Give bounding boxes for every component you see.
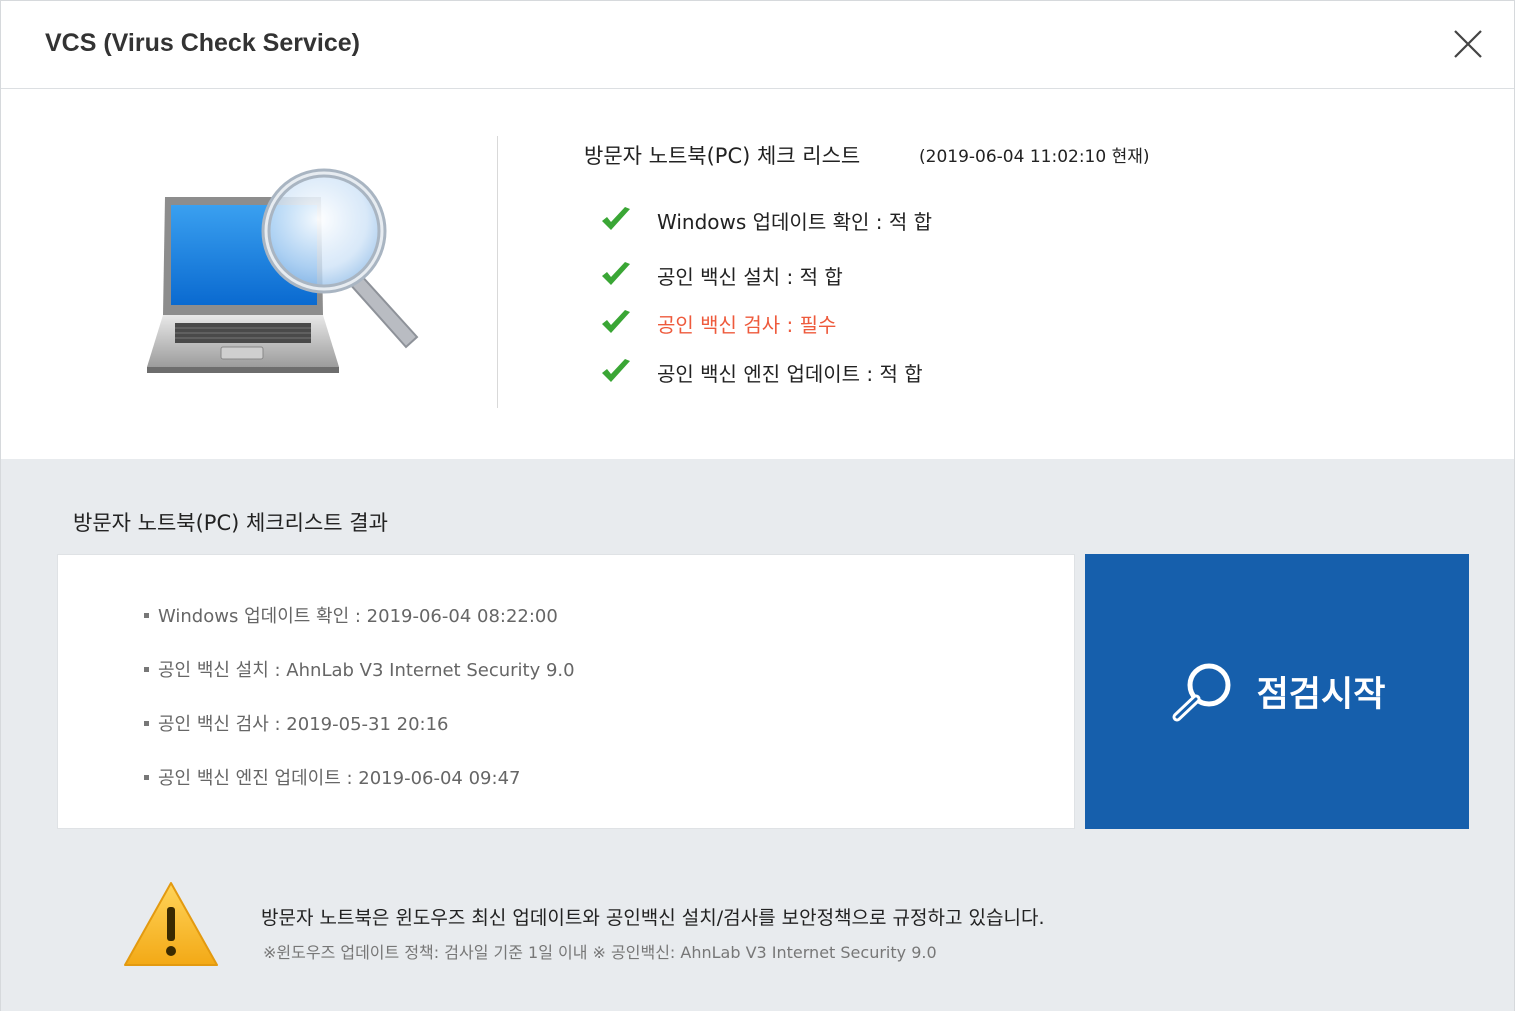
- laptop-magnifier-icon: [147, 168, 419, 373]
- result-item: 공인 백신 검사 : 2019-05-31 20:16: [144, 710, 449, 736]
- result-item-text: 공인 백신 설치 : AhnLab V3 Internet Security 9…: [158, 660, 575, 681]
- start-check-button[interactable]: 점검시작: [1085, 554, 1469, 829]
- start-check-label: 점검시작: [1256, 675, 1386, 715]
- checklist-timestamp: (2019-06-04 11:02:10 현재): [919, 147, 1150, 167]
- result-item: 공인 백신 엔진 업데이트 : 2019-06-04 09:47: [144, 764, 520, 790]
- checklist-title: 방문자 노트북(PC) 체크 리스트: [584, 144, 861, 168]
- vcs-window: VCS (Virus Check Service) 방문자 노트북(PC) 체크…: [0, 0, 1515, 1011]
- checklist-item: 공인 백신 검사 : 필수: [599, 306, 836, 340]
- checklist-item-label: 공인 백신 엔진 업데이트 : 적 합: [657, 361, 923, 386]
- result-item-text: 공인 백신 검사 : 2019-05-31 20:16: [158, 714, 449, 735]
- checkmark-icon: [602, 310, 630, 333]
- search-icon: [1172, 663, 1231, 721]
- checklist-item-label: 공인 백신 설치 : 적 합: [657, 264, 843, 289]
- checklist-section: 방문자 노트북(PC) 체크 리스트 (2019-06-04 11:02:10 …: [1, 90, 1514, 459]
- checkmark-icon: [602, 359, 630, 382]
- checklist-item: 공인 백신 설치 : 적 합: [599, 258, 843, 292]
- bullet-icon: [144, 666, 149, 672]
- result-item: 공인 백신 설치 : AhnLab V3 Internet Security 9…: [144, 656, 575, 682]
- checklist-item: Windows 업데이트 확인 : 적 합: [599, 203, 932, 237]
- bullet-icon: [144, 774, 149, 780]
- result-item-text: 공인 백신 엔진 업데이트 : 2019-06-04 09:47: [158, 768, 521, 789]
- close-icon: [1454, 30, 1482, 58]
- bullet-icon: [144, 612, 149, 618]
- results-title: 방문자 노트북(PC) 체크리스트 결과: [73, 511, 388, 535]
- window-title: VCS (Virus Check Service): [45, 29, 360, 57]
- section-divider: [497, 136, 498, 408]
- checkmark-icon: [602, 262, 630, 285]
- close-button[interactable]: [1449, 25, 1487, 63]
- title-bar: VCS (Virus Check Service): [1, 1, 1514, 89]
- checklist-item: 공인 백신 엔진 업데이트 : 적 합: [599, 355, 923, 389]
- result-item-text: Windows 업데이트 확인 : 2019-06-04 08:22:00: [158, 606, 558, 627]
- checklist-item-label: Windows 업데이트 확인 : 적 합: [657, 209, 933, 234]
- result-item: Windows 업데이트 확인 : 2019-06-04 08:22:00: [144, 602, 558, 628]
- results-section: 방문자 노트북(PC) 체크리스트 결과 Windows 업데이트 확인 : 2…: [1, 459, 1514, 1011]
- bullet-icon: [144, 720, 149, 726]
- warning-icon: [124, 882, 218, 966]
- results-panel: Windows 업데이트 확인 : 2019-06-04 08:22:00 공인…: [57, 554, 1075, 829]
- checkmark-icon: [602, 207, 630, 230]
- policy-notice: 방문자 노트북은 윈도우즈 최신 업데이트와 공인백신 설치/검사를 보안정책으…: [261, 907, 1045, 929]
- policy-notice-detail: ※윈도우즈 업데이트 정책: 검사일 기준 1일 이내 ※ 공인백신: AhnL…: [263, 943, 937, 962]
- checklist-item-label: 공인 백신 검사 : 필수: [657, 312, 837, 337]
